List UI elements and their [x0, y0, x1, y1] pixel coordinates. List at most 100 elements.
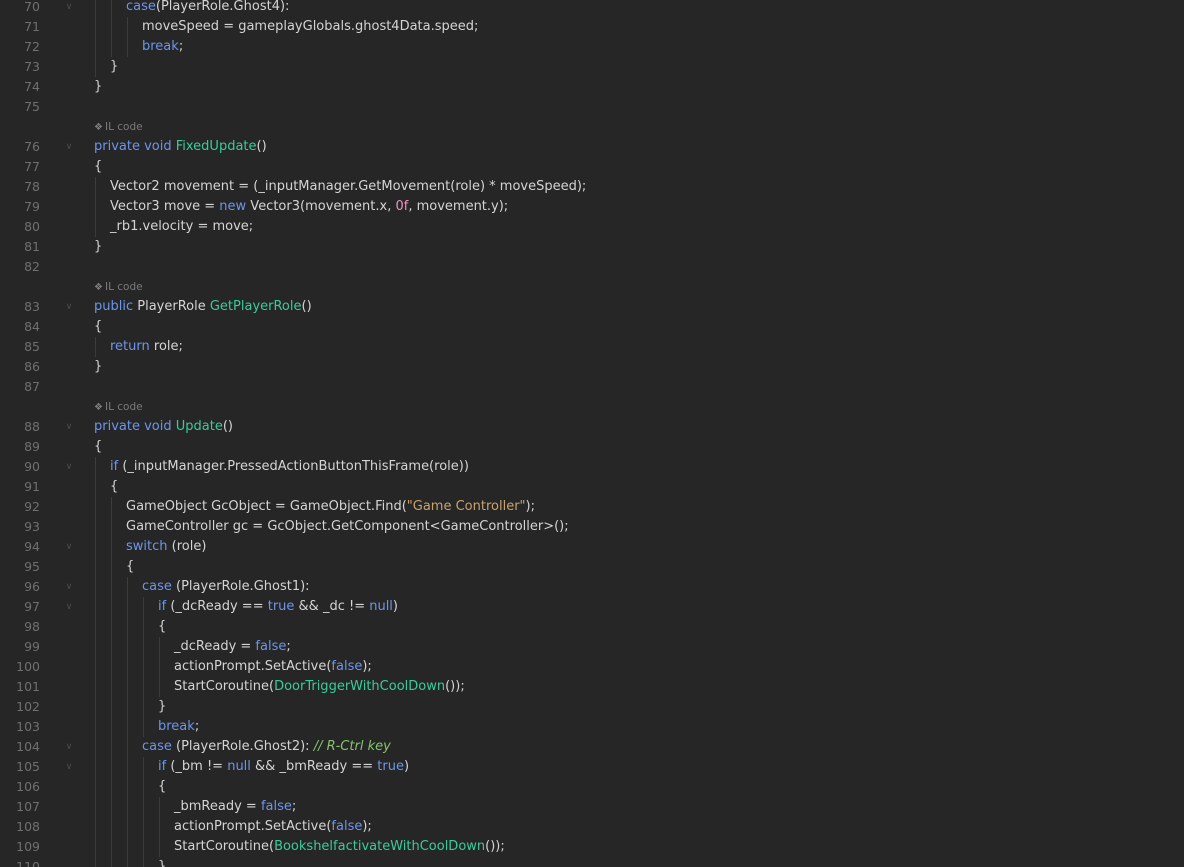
indent-guide — [95, 697, 96, 717]
indent-guide — [159, 837, 160, 857]
code-token: ()); — [445, 679, 465, 694]
code-token: null — [227, 759, 251, 774]
line-number: 88 — [24, 419, 40, 434]
il-code-link[interactable]: ❖ IL code — [94, 397, 143, 417]
indent-guide — [95, 677, 96, 697]
indent-guide — [95, 837, 96, 857]
code-token: StartCoroutine( — [174, 839, 275, 854]
indent-guide — [111, 857, 112, 867]
code-token: if — [158, 599, 167, 614]
code-token: ) — [392, 599, 398, 614]
line-number: 95 — [24, 559, 40, 574]
fold-chevron-icon[interactable]: ∨ — [64, 137, 74, 157]
indent-guide — [95, 717, 96, 737]
code-token: (_dcReady == — [166, 599, 268, 614]
indent-guide — [143, 717, 144, 737]
il-code-label: IL code — [104, 281, 143, 293]
code-line: 92 GameObject GcObject = GameObject.Find(… — [0, 497, 1184, 517]
code-lines[interactable]: 70 ∨ case(PlayerRole.Ghost4): 71 moveSpeed =… — [0, 0, 1184, 867]
fold-chevron-icon[interactable]: ∨ — [64, 0, 74, 17]
code-token: (_bm != — [166, 759, 228, 774]
fold-chevron-icon[interactable]: ∨ — [64, 537, 74, 557]
code-text: } — [110, 57, 118, 77]
code-token: if — [158, 759, 167, 774]
il-code-label: IL code — [104, 401, 143, 413]
code-token: { — [94, 319, 103, 334]
code-token: break — [158, 719, 195, 734]
code-text: if (_bm != null && _bmReady == true) — [158, 757, 409, 777]
il-code-link[interactable]: ❖ IL code — [94, 277, 143, 297]
code-line: 107 _bmReady = false; — [0, 797, 1184, 817]
indent-guide — [95, 37, 96, 57]
fold-chevron-icon[interactable]: ∨ — [64, 577, 74, 597]
line-number: 96 — [24, 579, 40, 594]
code-token: case — [126, 0, 156, 14]
code-token: new — [219, 199, 247, 214]
code-token: StartCoroutine( — [174, 679, 275, 694]
code-token: (PlayerRole.Ghost1): — [171, 579, 310, 594]
code-text: break; — [142, 37, 183, 57]
indent-guide — [111, 0, 112, 17]
code-token: } — [110, 59, 119, 74]
indent-guide — [127, 797, 128, 817]
fold-chevron-icon[interactable]: ∨ — [64, 297, 74, 317]
code-token: role; — [149, 339, 183, 354]
indent-guide — [111, 757, 112, 777]
code-line: 98 { — [0, 617, 1184, 637]
code-text: StartCoroutine(BookshelfactivateWithCool… — [174, 837, 505, 857]
indent-guide — [143, 857, 144, 867]
line-number: 89 — [24, 439, 40, 454]
indent-guide — [95, 557, 96, 577]
code-line: 93 GameController gc = GcObject.GetCompon… — [0, 517, 1184, 537]
code-text: } — [158, 697, 166, 717]
line-number: 110 — [16, 859, 40, 867]
indent-guide — [143, 817, 144, 837]
fold-chevron-icon[interactable]: ∨ — [64, 597, 74, 617]
code-text: StartCoroutine(DoorTriggerWithCoolDown()… — [174, 677, 465, 697]
code-token: PlayerRole — [137, 299, 210, 314]
line-number: 85 — [24, 339, 40, 354]
indent-guide — [127, 657, 128, 677]
code-token: Update — [175, 419, 223, 434]
line-number: 109 — [16, 839, 40, 854]
code-token: () — [256, 139, 267, 154]
indent-guide — [159, 797, 160, 817]
line-number: 82 — [24, 259, 40, 274]
il-code-hint[interactable]: ❖ IL code — [0, 277, 1184, 297]
fold-chevron-icon[interactable]: ∨ — [64, 757, 74, 777]
code-token: ; — [178, 39, 184, 54]
fold-chevron-icon[interactable]: ∨ — [64, 417, 74, 437]
indent-guide — [143, 597, 144, 617]
code-line: 102} — [0, 697, 1184, 717]
indent-guide — [127, 617, 128, 637]
code-token: ); — [525, 499, 535, 514]
il-code-hint[interactable]: ❖ IL code — [0, 117, 1184, 137]
code-line: 72 break; — [0, 37, 1184, 57]
line-number: 79 — [24, 199, 40, 214]
code-token: { — [158, 619, 167, 634]
code-line: 99 _dcReady = false; — [0, 637, 1184, 657]
indent-guide — [95, 457, 96, 477]
code-line: 79 Vector3 move = new Vector3(movement.x,… — [0, 197, 1184, 217]
fold-chevron-icon[interactable]: ∨ — [64, 457, 74, 477]
indent-guide — [111, 797, 112, 817]
indent-guide — [95, 637, 96, 657]
il-code-link[interactable]: ❖ IL code — [94, 117, 143, 137]
indent-guide — [95, 0, 96, 17]
fold-chevron-icon[interactable]: ∨ — [64, 737, 74, 757]
code-text: { — [94, 437, 102, 457]
indent-guide — [127, 577, 128, 597]
code-token: private void — [94, 139, 176, 154]
code-editor[interactable]: 70 ∨ case(PlayerRole.Ghost4): 71 moveSpeed =… — [0, 0, 1184, 867]
line-number: 76 — [24, 139, 40, 154]
indent-guide — [95, 817, 96, 837]
line-number: 106 — [16, 779, 40, 794]
code-token: GameObject GcObject = GameObject.Find( — [126, 499, 407, 514]
code-token: GameController gc = GcObject.GetComponen… — [126, 519, 569, 534]
code-token: ); — [362, 659, 372, 674]
code-token: && _bmReady == — [250, 759, 378, 774]
line-number: 99 — [24, 639, 40, 654]
code-line: 85 return role; — [0, 337, 1184, 357]
il-code-hint[interactable]: ❖ IL code — [0, 397, 1184, 417]
code-text: return role; — [110, 337, 183, 357]
